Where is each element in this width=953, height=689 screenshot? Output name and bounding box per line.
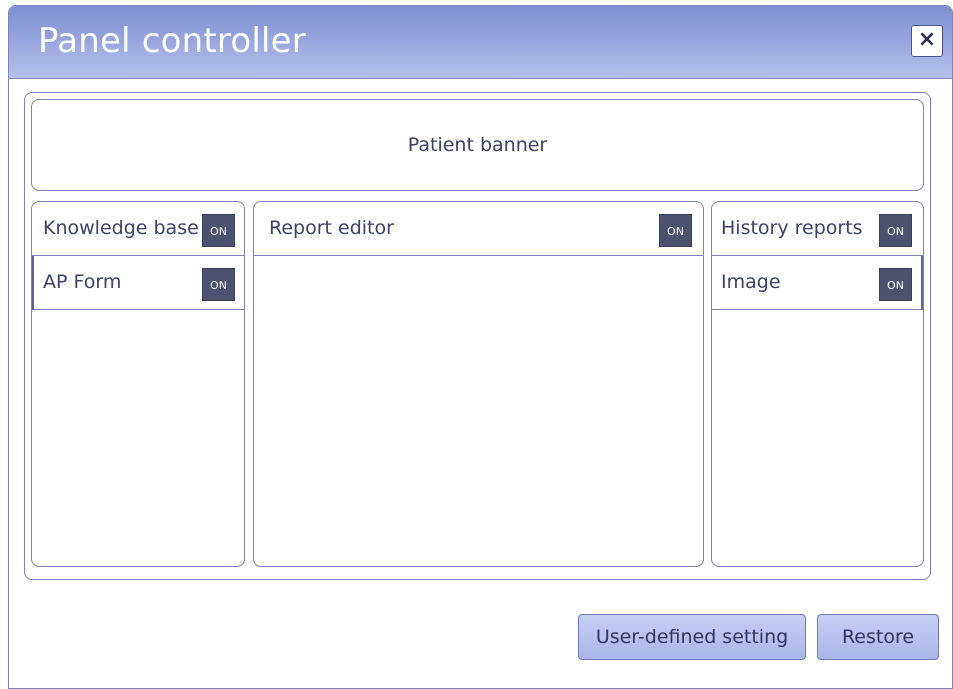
image-label: Image (721, 271, 781, 293)
center-column-panel: Report editor ON (253, 201, 704, 567)
ap-form-label: AP Form (43, 271, 122, 293)
history-reports-toggle[interactable]: ON (879, 214, 912, 247)
patient-banner-panel: Patient banner (31, 99, 924, 191)
report-editor-toggle[interactable]: ON (659, 214, 692, 247)
panel-row-image[interactable]: Image ON (712, 256, 923, 310)
report-editor-label: Report editor (269, 217, 394, 239)
layout-preview: Patient banner Knowledge base ON AP Form… (24, 92, 931, 580)
ap-form-toggle[interactable]: ON (202, 268, 235, 301)
user-defined-setting-button[interactable]: User-defined setting (578, 614, 806, 660)
close-button[interactable]: × (911, 25, 943, 57)
right-column-panel: History reports ON Image ON (711, 201, 924, 567)
knowledge-base-label: Knowledge base (43, 217, 199, 239)
image-toggle[interactable]: ON (879, 268, 912, 301)
dialog-title: Panel controller (38, 21, 306, 61)
panel-row-ap-form[interactable]: AP Form ON (32, 256, 244, 310)
restore-button[interactable]: Restore (817, 614, 939, 660)
close-icon: × (917, 27, 937, 52)
patient-banner-label: Patient banner (407, 134, 548, 156)
panel-row-history-reports[interactable]: History reports ON (712, 202, 923, 256)
knowledge-base-toggle[interactable]: ON (202, 214, 235, 247)
left-column-panel: Knowledge base ON AP Form ON (31, 201, 245, 567)
panel-row-report-editor[interactable]: Report editor ON (254, 202, 703, 256)
history-reports-label: History reports (721, 217, 863, 239)
title-bar[interactable]: Panel controller × (9, 6, 952, 79)
panel-row-knowledge-base[interactable]: Knowledge base ON (32, 202, 244, 256)
